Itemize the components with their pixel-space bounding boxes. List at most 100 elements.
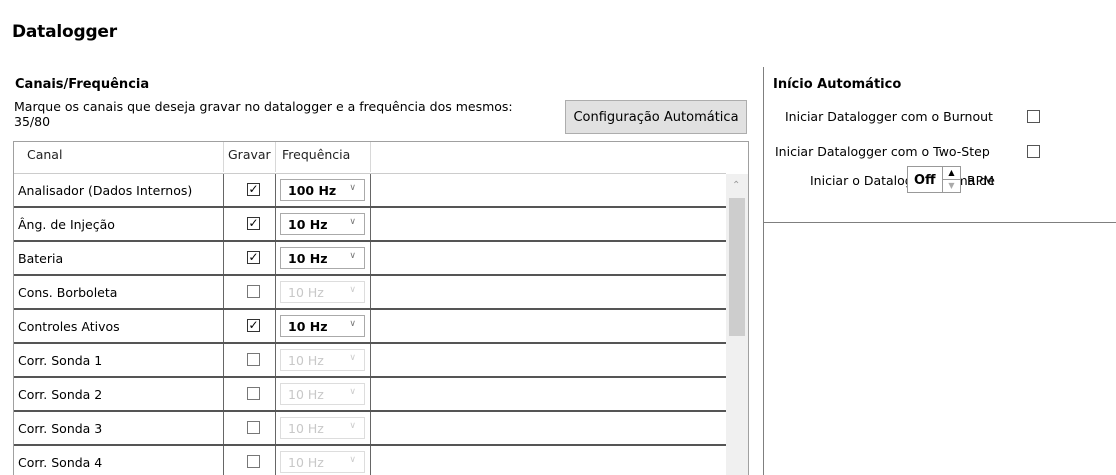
header-divider bbox=[275, 142, 276, 172]
cell-divider bbox=[370, 310, 371, 344]
cell-divider bbox=[275, 344, 276, 378]
channels-table: Canal Gravar Frequência Analisador (Dado… bbox=[13, 141, 749, 475]
frequency-value: 10 Hz bbox=[288, 421, 324, 436]
chevron-down-icon: ∨ bbox=[349, 183, 356, 193]
channel-name: Âng. de Injeção bbox=[18, 217, 115, 232]
cell-divider bbox=[275, 412, 276, 446]
chevron-down-icon: ∨ bbox=[349, 387, 356, 397]
cell-divider bbox=[223, 174, 224, 208]
cell-divider bbox=[223, 242, 224, 276]
rpm-unit: RPM bbox=[967, 173, 995, 188]
triangle-up-icon[interactable]: ▲ bbox=[943, 167, 960, 180]
table-row[interactable]: Controles Ativos ✓ 10 Hz ∨ bbox=[14, 310, 727, 344]
column-header-record[interactable]: Gravar bbox=[228, 147, 271, 162]
table-row[interactable]: Analisador (Dados Internos) ✓ 100 Hz ∨ bbox=[14, 174, 727, 208]
frequency-value: 10 Hz bbox=[288, 455, 324, 470]
record-checkbox[interactable]: ✓ bbox=[247, 319, 260, 332]
chevron-down-icon: ∨ bbox=[349, 421, 356, 431]
header-divider bbox=[370, 142, 371, 172]
cell-divider bbox=[370, 344, 371, 378]
checkmark-icon: ✓ bbox=[248, 250, 259, 264]
checkmark-icon: ✓ bbox=[248, 318, 259, 332]
record-checkbox[interactable]: ✓ bbox=[247, 183, 260, 196]
table-row[interactable]: Corr. Sonda 2 10 Hz ∨ bbox=[14, 378, 727, 412]
auto-config-button[interactable]: Configuração Automática bbox=[565, 100, 747, 134]
checkmark-icon: ✓ bbox=[248, 182, 259, 196]
frequency-value: 10 Hz bbox=[288, 285, 324, 300]
frequency-select[interactable]: 10 Hz ∨ bbox=[280, 247, 365, 269]
chevron-down-icon: ∨ bbox=[349, 319, 356, 329]
cell-divider bbox=[370, 412, 371, 446]
cell-divider bbox=[275, 276, 276, 310]
frequency-select[interactable]: 10 Hz ∨ bbox=[280, 281, 365, 303]
table-row[interactable]: Cons. Borboleta 10 Hz ∨ bbox=[14, 276, 727, 310]
record-checkbox[interactable] bbox=[247, 455, 260, 468]
chevron-down-icon: ∨ bbox=[349, 353, 356, 363]
table-row[interactable]: Bateria ✓ 10 Hz ∨ bbox=[14, 242, 727, 276]
panel-divider bbox=[764, 222, 1116, 223]
rpm-value[interactable]: Off bbox=[914, 173, 936, 188]
record-checkbox[interactable]: ✓ bbox=[247, 251, 260, 264]
cell-divider bbox=[370, 242, 371, 276]
burnout-checkbox[interactable] bbox=[1027, 110, 1040, 123]
header-divider bbox=[223, 142, 224, 172]
cell-divider bbox=[370, 174, 371, 208]
cell-divider bbox=[223, 412, 224, 446]
cell-divider bbox=[223, 310, 224, 344]
twostep-label: Iniciar Datalogger com o Two-Step bbox=[775, 144, 990, 159]
column-header-channel[interactable]: Canal bbox=[27, 147, 62, 162]
chevron-down-icon: ∨ bbox=[349, 251, 356, 261]
auto-start-title: Início Automático bbox=[773, 77, 902, 92]
frequency-value: 10 Hz bbox=[288, 387, 324, 402]
channel-name: Corr. Sonda 1 bbox=[18, 353, 103, 368]
record-checkbox[interactable] bbox=[247, 353, 260, 366]
frequency-select[interactable]: 10 Hz ∨ bbox=[280, 349, 365, 371]
table-row[interactable]: Corr. Sonda 4 10 Hz ∨ bbox=[14, 446, 726, 475]
frequency-value: 10 Hz bbox=[288, 353, 324, 368]
checkmark-icon: ✓ bbox=[248, 216, 259, 230]
column-header-frequency[interactable]: Frequência bbox=[282, 147, 350, 162]
cell-divider bbox=[370, 378, 371, 412]
frequency-select[interactable]: 10 Hz ∨ bbox=[280, 315, 365, 337]
scroll-thumb[interactable] bbox=[729, 198, 745, 336]
spinner-buttons: ▲ ▼ bbox=[942, 167, 960, 192]
table-row[interactable]: Âng. de Injeção ✓ 10 Hz ∨ bbox=[14, 208, 727, 242]
channel-name: Cons. Borboleta bbox=[18, 285, 118, 300]
chevron-up-icon[interactable]: ⌃ bbox=[732, 180, 740, 191]
triangle-down-icon[interactable]: ▼ bbox=[943, 180, 960, 192]
cell-divider bbox=[223, 378, 224, 412]
table-scrollbar[interactable]: ⌃ bbox=[726, 174, 748, 475]
channel-name: Corr. Sonda 4 bbox=[18, 455, 103, 470]
record-checkbox[interactable] bbox=[247, 285, 260, 298]
frequency-value: 10 Hz bbox=[288, 319, 328, 334]
record-checkbox[interactable]: ✓ bbox=[247, 217, 260, 230]
record-checkbox[interactable] bbox=[247, 421, 260, 434]
chevron-down-icon: ∨ bbox=[349, 285, 356, 295]
frequency-select[interactable]: 10 Hz ∨ bbox=[280, 417, 365, 439]
channels-instructions: Marque os canais que deseja gravar no da… bbox=[14, 99, 513, 114]
channel-name: Controles Ativos bbox=[18, 319, 120, 334]
channels-counter: 35/80 bbox=[14, 114, 51, 129]
burnout-label: Iniciar Datalogger com o Burnout bbox=[785, 109, 993, 124]
channel-name: Bateria bbox=[18, 251, 64, 266]
cell-divider bbox=[223, 446, 224, 475]
cell-divider bbox=[223, 208, 224, 242]
panel-divider bbox=[763, 67, 764, 475]
frequency-select[interactable]: 10 Hz ∨ bbox=[280, 451, 365, 473]
cell-divider bbox=[370, 276, 371, 310]
cell-divider bbox=[223, 344, 224, 378]
frequency-select[interactable]: 100 Hz ∨ bbox=[280, 179, 365, 201]
rpm-spinner[interactable]: Off ▲ ▼ bbox=[907, 166, 961, 193]
channel-name: Analisador (Dados Internos) bbox=[18, 183, 193, 198]
cell-divider bbox=[275, 174, 276, 208]
twostep-checkbox[interactable] bbox=[1027, 145, 1040, 158]
table-row[interactable]: Corr. Sonda 1 10 Hz ∨ bbox=[14, 344, 727, 378]
cell-divider bbox=[223, 276, 224, 310]
table-row[interactable]: Corr. Sonda 3 10 Hz ∨ bbox=[14, 412, 727, 446]
record-checkbox[interactable] bbox=[247, 387, 260, 400]
frequency-select[interactable]: 10 Hz ∨ bbox=[280, 383, 365, 405]
frequency-select[interactable]: 10 Hz ∨ bbox=[280, 213, 365, 235]
cell-divider bbox=[275, 310, 276, 344]
cell-divider bbox=[275, 208, 276, 242]
cell-divider bbox=[275, 242, 276, 276]
